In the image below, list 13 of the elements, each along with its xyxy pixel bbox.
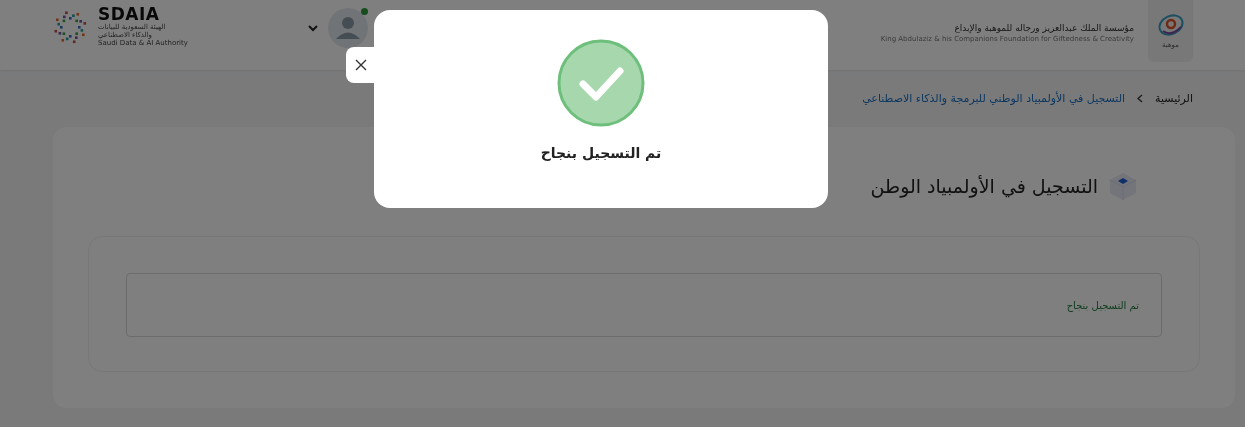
- breadcrumb-link[interactable]: الرئيسية: [1155, 91, 1193, 105]
- dialog-message: تم التسجيل بنجاح: [540, 145, 662, 161]
- chevron-down-icon[interactable]: [307, 24, 318, 32]
- cube-icon: [1108, 171, 1138, 201]
- swirl-logo-icon: [1156, 13, 1185, 37]
- close-button[interactable]: [346, 47, 376, 83]
- page-title: التسجيل في الأولمبياد الوطن: [870, 175, 1098, 197]
- close-icon[interactable]: [355, 59, 367, 71]
- chevron-left-icon: [1137, 93, 1144, 103]
- org-name: مؤسسة الملك عبدالعزيز ورجاله للموهبة والإبداع: [953, 23, 1134, 33]
- breadcrumb-link[interactable]: التسجيل في الأولمبياد الوطني للبرمجة والذكاء الاصطناعي: [862, 91, 1126, 105]
- partner-name: SDAIA: [98, 6, 160, 23]
- success-alert: تم التسجيل بنجاح: [126, 273, 1162, 337]
